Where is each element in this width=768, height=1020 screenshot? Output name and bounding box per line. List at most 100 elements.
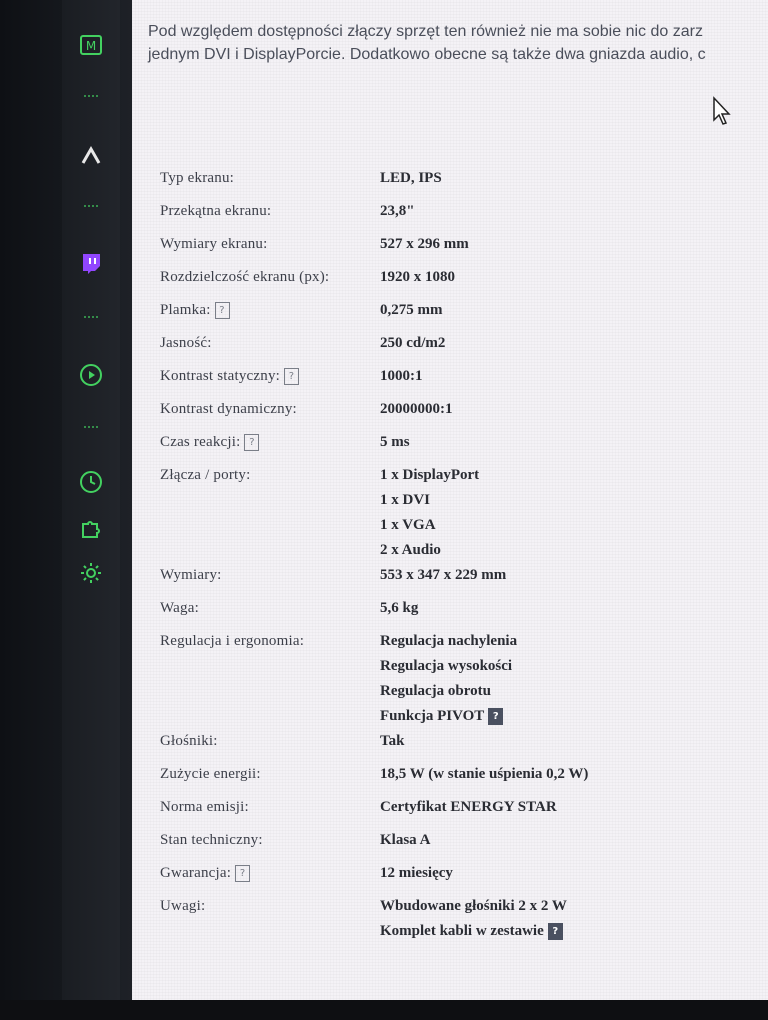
spec-label: Uwagi:: [160, 894, 380, 944]
spec-value: Tak: [380, 729, 760, 762]
spec-value: 0,275 mm: [380, 298, 760, 331]
spec-value-line: 20000000:1: [380, 397, 760, 422]
play-circle-icon[interactable]: [78, 362, 104, 388]
spec-value-line: LED, IPS: [380, 166, 760, 191]
spec-value: 18,5 W (w stanie uśpienia 0,2 W): [380, 762, 760, 795]
spec-value-line: 250 cd/m2: [380, 331, 760, 356]
spec-value: 20000000:1: [380, 397, 760, 430]
sidebar-divider: [84, 316, 98, 320]
spec-label: Norma emisji:: [160, 795, 380, 828]
spec-value-text: 1000:1: [380, 368, 423, 384]
spec-value: Certyfikat ENERGY STAR: [380, 795, 760, 828]
spec-label: Czas reakcji:?: [160, 430, 380, 463]
sidebar-divider: [84, 426, 98, 430]
spec-label-text: Plamka:: [160, 302, 211, 318]
spec-label-text: Waga:: [160, 600, 199, 616]
spec-label-text: Głośniki:: [160, 733, 218, 749]
spec-value: 527 x 296 mm: [380, 232, 760, 265]
puzzle-icon[interactable]: [78, 515, 104, 541]
left-sidebar: M: [0, 0, 132, 1020]
spec-value: Regulacja nachylenia Regulacja wysokości R…: [380, 629, 760, 729]
spec-label: Głośniki:: [160, 729, 380, 762]
intro-line-2: jednym DVI i DisplayPorcie. Dodatkowo ob…: [148, 46, 706, 63]
spec-value-text: Komplet kabli w zestawie: [380, 923, 544, 939]
spec-value-text: 2 x Audio: [380, 542, 441, 558]
help-icon[interactable]: ?: [244, 434, 260, 452]
sidebar-divider: [84, 205, 98, 209]
spec-label: Przekątna ekranu:: [160, 199, 380, 232]
spec-label-text: Gwarancja:: [160, 865, 232, 881]
spec-value-line: Wbudowane głośniki 2 x 2 W: [380, 894, 760, 919]
spec-value-text: Certyfikat ENERGY STAR: [380, 799, 557, 815]
spec-value-text: 553 x 347 x 229 mm: [380, 567, 507, 583]
spec-value-text: Regulacja wysokości: [380, 658, 513, 674]
spec-value-line: 12 miesięcy: [380, 861, 760, 886]
spec-value-line: 1 x DisplayPort: [380, 463, 760, 488]
spec-value-text: 1920 x 1080: [380, 269, 455, 285]
help-icon[interactable]: ?: [235, 865, 251, 883]
spec-row: Złącza / porty: 1 x DisplayPort 1 x DVI 1 x…: [160, 463, 760, 563]
gear-icon[interactable]: [78, 560, 104, 586]
intro-line-1: Pod względem dostępności złączy sprzęt t…: [148, 23, 703, 40]
spec-label-text: Regulacja i ergonomia:: [160, 633, 305, 649]
spec-row: Wymiary: 553 x 347 x 229 mm: [160, 563, 760, 596]
spec-value-line: 5 ms: [380, 430, 760, 455]
spec-label-text: Stan techniczny:: [160, 832, 263, 848]
spec-label: Gwarancja:?: [160, 861, 380, 894]
spec-label-text: Typ ekranu:: [160, 170, 235, 186]
spec-value-text: 1 x VGA: [380, 517, 436, 533]
spec-value-text: 1 x DVI: [380, 492, 431, 508]
svg-text:M: M: [86, 39, 96, 53]
spec-value-line: 5,6 kg: [380, 596, 760, 621]
spec-row: Rozdzielczość ekranu (px): 1920 x 1080: [160, 265, 760, 298]
spec-label-text: Złącza / porty:: [160, 467, 251, 483]
spec-label-text: Wymiary:: [160, 567, 222, 583]
spec-label: Typ ekranu:: [160, 166, 380, 199]
spec-value-line: 1920 x 1080: [380, 265, 760, 290]
spec-value-line: 2 x Audio: [380, 538, 760, 563]
spec-label-text: Norma emisji:: [160, 799, 249, 815]
spec-row: Stan techniczny: Klasa A: [160, 828, 760, 861]
bottom-bezel: [0, 1000, 768, 1020]
spec-value-line: Funkcja PIVOT?: [380, 704, 760, 729]
spec-value-text: Funkcja PIVOT: [380, 708, 485, 724]
help-icon[interactable]: ?: [284, 368, 300, 386]
spec-value-text: LED, IPS: [380, 170, 442, 186]
spec-value-line: Regulacja obrotu: [380, 679, 760, 704]
spec-value: 23,8": [380, 199, 760, 232]
spec-label: Wymiary ekranu:: [160, 232, 380, 265]
twitch-icon[interactable]: [78, 250, 104, 276]
spec-row: Kontrast statyczny:? 1000:1: [160, 364, 760, 397]
spec-row: Gwarancja:? 12 miesięcy: [160, 861, 760, 894]
clock-icon[interactable]: [78, 469, 104, 495]
spec-row: Waga: 5,6 kg: [160, 596, 760, 629]
mouse-cursor-icon: [713, 96, 731, 125]
spec-row: Czas reakcji:? 5 ms: [160, 430, 760, 463]
help-icon[interactable]: ?: [547, 923, 563, 941]
spec-value-line: 0,275 mm: [380, 298, 760, 323]
spec-label: Stan techniczny:: [160, 828, 380, 861]
specs-table: Typ ekranu: LED, IPS Przekątna ekranu: 23,8…: [160, 166, 760, 944]
spec-row: Jasność: 250 cd/m2: [160, 331, 760, 364]
spec-label: Waga:: [160, 596, 380, 629]
spec-value-text: 20000000:1: [380, 401, 453, 417]
spec-value: 5 ms: [380, 430, 760, 463]
spec-label-text: Kontrast statyczny:: [160, 368, 281, 384]
spec-row: Przekątna ekranu: 23,8": [160, 199, 760, 232]
spec-value-text: 5 ms: [380, 434, 410, 450]
spec-value-text: Klasa A: [380, 832, 431, 848]
spec-label-text: Uwagi:: [160, 898, 206, 914]
help-icon[interactable]: ?: [488, 708, 504, 726]
help-icon[interactable]: ?: [214, 302, 230, 320]
spec-value-line: Regulacja wysokości: [380, 654, 760, 679]
spec-label-text: Zużycie energii:: [160, 766, 261, 782]
arrow-up-icon[interactable]: [78, 142, 104, 168]
spec-value-text: 250 cd/m2: [380, 335, 446, 351]
spec-value-text: Regulacja obrotu: [380, 683, 491, 699]
intro-paragraph: Pod względem dostępności złączy sprzęt t…: [148, 20, 768, 66]
spec-value-line: Certyfikat ENERGY STAR: [380, 795, 760, 820]
spec-value: LED, IPS: [380, 166, 760, 199]
spec-value-text: 1 x DisplayPort: [380, 467, 480, 483]
spec-label: Kontrast statyczny:?: [160, 364, 380, 397]
m-icon[interactable]: M: [78, 32, 104, 58]
